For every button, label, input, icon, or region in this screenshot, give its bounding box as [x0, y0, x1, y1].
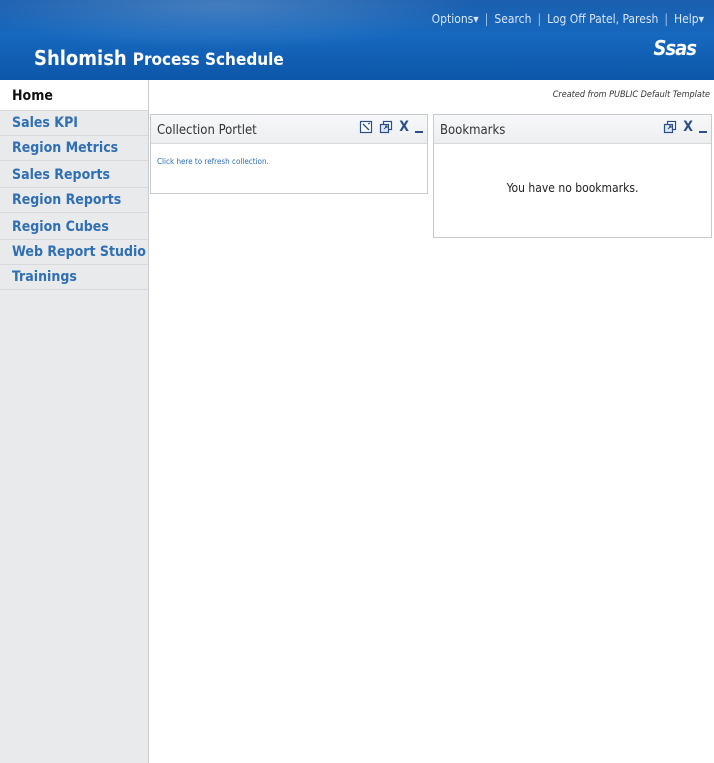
title-part-2: Process Schedule — [132, 50, 284, 70]
sidebar-item-region-reports[interactable]: Region Reports — [0, 188, 148, 213]
sas-logo: Ssas — [653, 36, 697, 60]
popout-icon[interactable] — [663, 120, 677, 134]
minimize-icon[interactable] — [415, 121, 423, 133]
edit-icon[interactable] — [359, 120, 373, 134]
portlet-header: Collection Portlet X — [151, 115, 427, 144]
close-icon[interactable]: X — [683, 120, 693, 134]
sidebar-item-trainings[interactable]: Trainings — [0, 265, 148, 290]
collection-portlet: Collection Portlet X Click here to refre… — [150, 114, 428, 194]
portlet-header: Bookmarks X — [434, 115, 711, 144]
empty-bookmarks-message: You have no bookmarks. — [506, 181, 639, 195]
app-header: Options▾ | Search | Log Off Patel, Paresh | He… — [0, 0, 714, 80]
bookmarks-portlet: Bookmarks X You have no bookmarks. — [433, 114, 712, 238]
portlet-controls: X — [359, 120, 423, 134]
top-links-bar: Options▾ | Search | Log Off Patel, Paresh | He… — [432, 12, 704, 26]
portlet-controls: X — [663, 120, 707, 134]
portlet-title: Collection Portlet — [157, 123, 257, 138]
options-menu[interactable]: Options▾ — [432, 12, 479, 26]
close-icon[interactable]: X — [399, 120, 409, 134]
portlet-title: Bookmarks — [440, 123, 506, 138]
search-link[interactable]: Search — [494, 12, 531, 26]
sidebar-item-region-metrics[interactable]: Region Metrics — [0, 136, 148, 161]
help-menu[interactable]: Help▾ — [674, 12, 704, 26]
sidebar-item-sales-kpi[interactable]: Sales KPI — [0, 111, 148, 136]
title-part-1: Shlomish — [34, 46, 127, 70]
sidebar-item-home[interactable]: Home — [0, 80, 148, 111]
separator: | — [664, 12, 668, 26]
template-note: Created from PUBLIC Default Template — [552, 90, 710, 100]
sidebar-item-web-report-studio[interactable]: Web Report Studio — [0, 240, 148, 265]
refresh-collection-link[interactable]: Click here to refresh collection. — [157, 157, 269, 166]
minimize-icon[interactable] — [699, 121, 707, 133]
sidebar-nav: Home Sales KPI Region Metrics Sales Repo… — [0, 80, 149, 763]
sidebar-item-region-cubes[interactable]: Region Cubes — [0, 215, 148, 240]
separator: | — [537, 12, 542, 26]
sidebar-item-sales-reports[interactable]: Sales Reports — [0, 163, 148, 188]
separator: | — [484, 12, 489, 26]
popout-icon[interactable] — [379, 120, 393, 134]
logoff-link[interactable]: Log Off Patel, Paresh — [547, 12, 658, 26]
portal-title: Shlomish Process Schedule — [34, 46, 284, 70]
header-decoration — [0, 0, 480, 50]
